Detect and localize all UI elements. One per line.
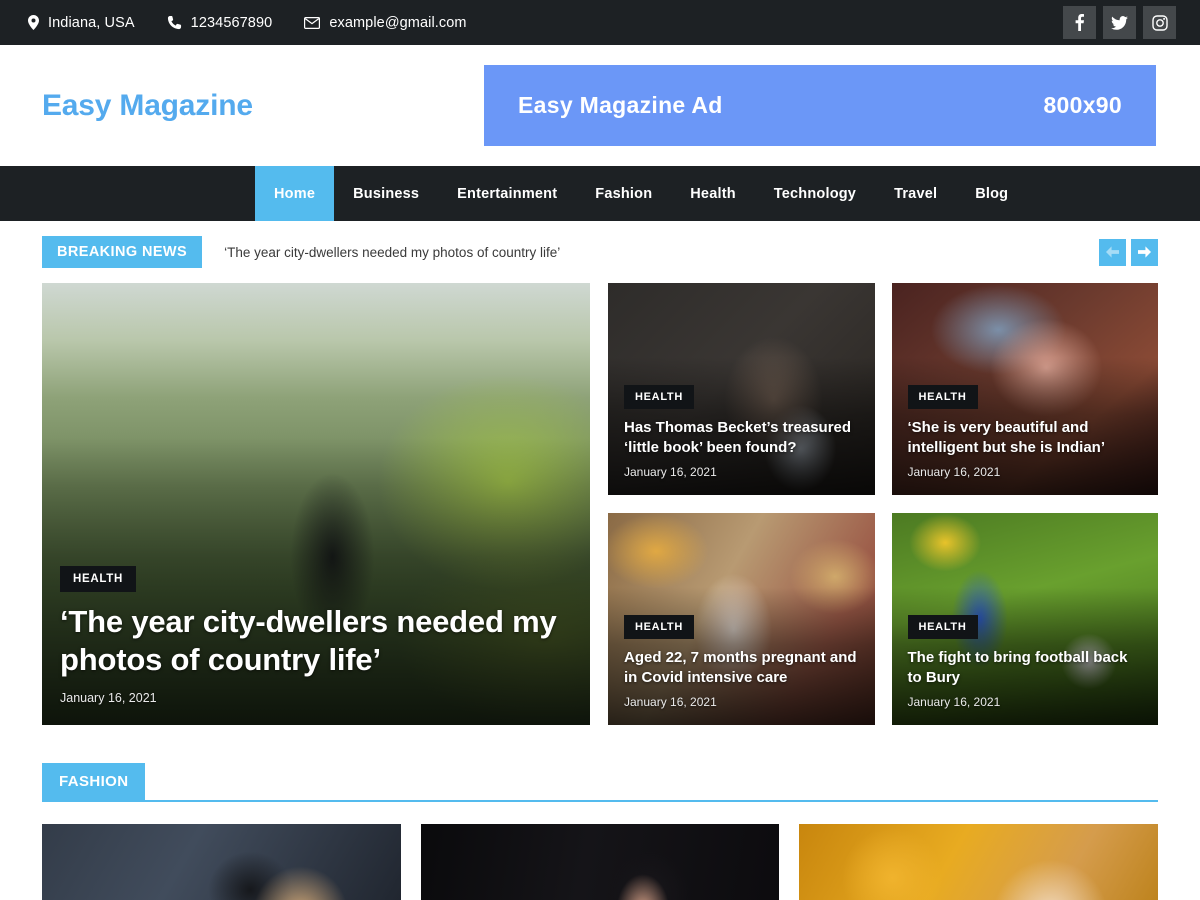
- top-contact-bar: Indiana, USA 1234567890 example@gmail.co…: [0, 0, 1200, 45]
- breaking-next-button[interactable]: [1131, 239, 1158, 266]
- twitter-icon: [1111, 16, 1128, 30]
- ad-title: Easy Magazine Ad: [518, 92, 723, 119]
- card-3-title[interactable]: Aged 22, 7 months pregnant and in Covid …: [624, 648, 859, 688]
- email-info: example@gmail.com: [304, 15, 466, 31]
- instagram-link[interactable]: [1143, 6, 1176, 39]
- facebook-link[interactable]: [1063, 6, 1096, 39]
- envelope-icon: [304, 17, 320, 29]
- breaking-news-controls: [1099, 239, 1158, 266]
- fashion-card-2-image: [421, 824, 780, 900]
- card-4-meta: HEALTH The fight to bring football back …: [892, 615, 1159, 725]
- main-navigation: Home Business Entertainment Fashion Heal…: [0, 166, 1200, 221]
- nav-item-health[interactable]: Health: [671, 166, 755, 221]
- card-2-meta: HEALTH ‘She is very beautiful and intell…: [892, 385, 1159, 495]
- featured-row-top: HEALTH Has Thomas Becket’s treasured ‘li…: [608, 283, 1158, 496]
- breaking-news-badge: BREAKING NEWS: [42, 236, 202, 268]
- card-1-meta: HEALTH Has Thomas Becket’s treasured ‘li…: [608, 385, 875, 495]
- nav-item-business[interactable]: Business: [334, 166, 438, 221]
- site-logo[interactable]: Easy Magazine: [42, 89, 253, 123]
- featured-hero-card[interactable]: HEALTH ‘The year city-dwellers needed my…: [42, 283, 590, 725]
- breaking-news-bar: BREAKING NEWS ‘The year city-dwellers ne…: [0, 221, 1200, 283]
- phone-text: 1234567890: [191, 15, 273, 31]
- social-links-group: [1063, 6, 1176, 39]
- phone-info: 1234567890: [167, 15, 273, 31]
- fashion-card-2[interactable]: [421, 824, 780, 900]
- nav-item-fashion[interactable]: Fashion: [576, 166, 671, 221]
- card-4-date: January 16, 2021: [908, 695, 1143, 709]
- card-1-date: January 16, 2021: [624, 465, 859, 479]
- nav-item-technology[interactable]: Technology: [755, 166, 875, 221]
- phone-icon: [167, 15, 182, 30]
- breaking-news-headline[interactable]: ‘The year city-dwellers needed my photos…: [224, 245, 1099, 260]
- card-2-category-badge[interactable]: HEALTH: [908, 385, 978, 409]
- card-4-title[interactable]: The fight to bring football back to Bury: [908, 648, 1143, 688]
- nav-item-home[interactable]: Home: [255, 166, 334, 221]
- location-text: Indiana, USA: [48, 15, 135, 31]
- arrow-left-icon: [1106, 246, 1119, 258]
- featured-side-column: HEALTH Has Thomas Becket’s treasured ‘li…: [608, 283, 1158, 725]
- card-3-category-badge[interactable]: HEALTH: [624, 615, 694, 639]
- fashion-card-1-image: [42, 824, 401, 900]
- breaking-prev-button[interactable]: [1099, 239, 1126, 266]
- card-1-title[interactable]: Has Thomas Becket’s treasured ‘little bo…: [624, 418, 859, 458]
- facebook-icon: [1075, 14, 1084, 31]
- featured-card-3[interactable]: HEALTH Aged 22, 7 months pregnant and in…: [608, 513, 875, 726]
- arrow-right-icon: [1138, 246, 1151, 258]
- header-ad-area: Easy Magazine Ad 800x90: [253, 65, 1158, 146]
- site-header: Easy Magazine Easy Magazine Ad 800x90: [0, 45, 1200, 166]
- ad-banner[interactable]: Easy Magazine Ad 800x90: [484, 65, 1156, 146]
- featured-card-1[interactable]: HEALTH Has Thomas Becket’s treasured ‘li…: [608, 283, 875, 495]
- email-text: example@gmail.com: [329, 15, 466, 31]
- fashion-card-3[interactable]: [799, 824, 1158, 900]
- nav-item-travel[interactable]: Travel: [875, 166, 956, 221]
- location-info: Indiana, USA: [28, 15, 135, 31]
- fashion-card-1[interactable]: [42, 824, 401, 900]
- hero-meta: HEALTH ‘The year city-dwellers needed my…: [42, 566, 590, 725]
- hero-title[interactable]: ‘The year city-dwellers needed my photos…: [60, 603, 572, 679]
- featured-card-4[interactable]: HEALTH The fight to bring football back …: [892, 513, 1159, 726]
- nav-item-entertainment[interactable]: Entertainment: [438, 166, 576, 221]
- card-4-category-badge[interactable]: HEALTH: [908, 615, 978, 639]
- card-3-date: January 16, 2021: [624, 695, 859, 709]
- nav-item-blog[interactable]: Blog: [956, 166, 1027, 221]
- twitter-link[interactable]: [1103, 6, 1136, 39]
- fashion-section-tab[interactable]: FASHION: [42, 763, 145, 800]
- card-1-category-badge[interactable]: HEALTH: [624, 385, 694, 409]
- fashion-card-3-image: [799, 824, 1158, 900]
- featured-card-2[interactable]: HEALTH ‘She is very beautiful and intell…: [892, 283, 1159, 495]
- fashion-posts-row: [0, 802, 1200, 900]
- instagram-icon: [1152, 15, 1168, 31]
- card-2-date: January 16, 2021: [908, 465, 1143, 479]
- card-2-title[interactable]: ‘She is very beautiful and intelligent b…: [908, 418, 1143, 458]
- card-3-meta: HEALTH Aged 22, 7 months pregnant and in…: [608, 615, 875, 725]
- hero-date: January 16, 2021: [60, 691, 572, 705]
- contact-info-group: Indiana, USA 1234567890 example@gmail.co…: [28, 15, 1063, 31]
- hero-category-badge[interactable]: HEALTH: [60, 566, 136, 592]
- featured-posts-grid: HEALTH ‘The year city-dwellers needed my…: [0, 283, 1200, 725]
- ad-size-label: 800x90: [1043, 92, 1122, 119]
- fashion-section-header: FASHION: [42, 763, 1158, 802]
- featured-row-bottom: HEALTH Aged 22, 7 months pregnant and in…: [608, 513, 1158, 726]
- map-pin-icon: [28, 15, 39, 30]
